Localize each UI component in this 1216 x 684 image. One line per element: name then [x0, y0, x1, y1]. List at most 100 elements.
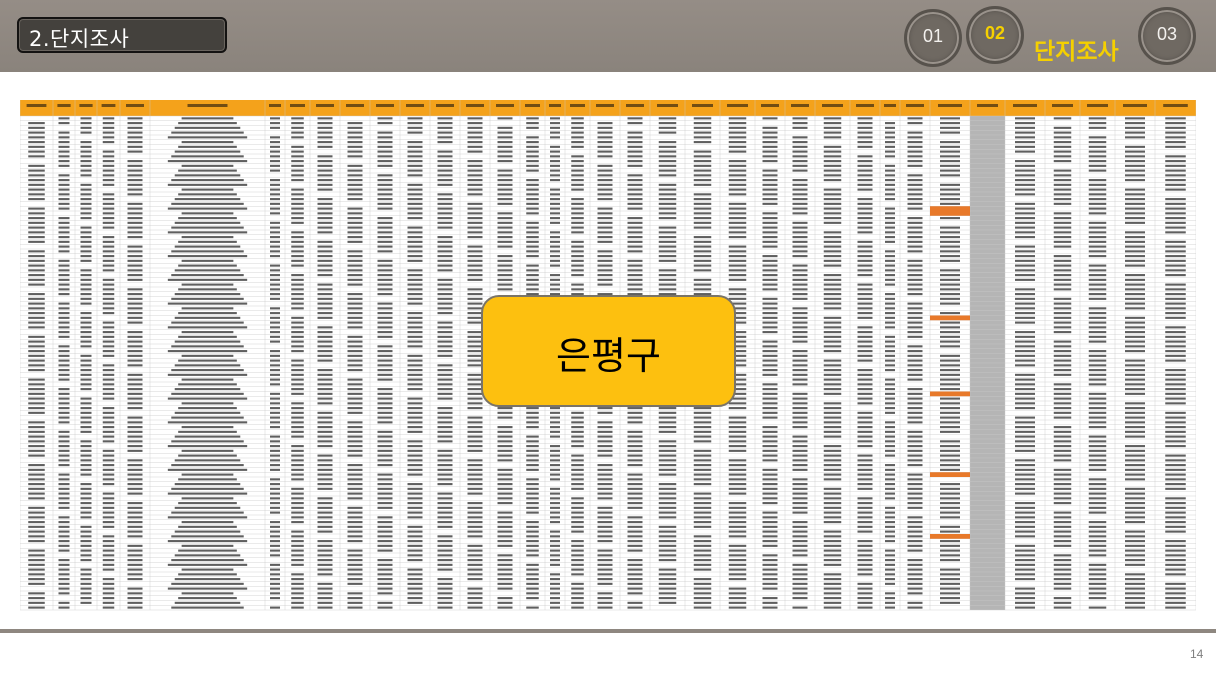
table-cell-text	[497, 449, 513, 452]
table-cell-text	[792, 464, 808, 467]
table-cell-text	[127, 164, 143, 167]
table-cell-text	[291, 202, 304, 205]
step-02-circle[interactable]: 02	[966, 6, 1024, 64]
table-cell-text	[437, 397, 453, 400]
table-cell-text	[728, 160, 747, 163]
table-cell-text	[377, 164, 393, 167]
table-cell-text	[627, 525, 643, 528]
table-cell-text	[1125, 274, 1145, 277]
table-cell-text	[1088, 540, 1107, 543]
table-cell-text	[167, 421, 248, 424]
table-cell-text	[497, 150, 513, 153]
table-cell-text	[347, 530, 363, 533]
table-cell-text	[317, 307, 333, 310]
table-cell-text	[407, 217, 423, 220]
table-cell-text	[1015, 383, 1035, 386]
table-cell-text	[762, 326, 778, 329]
table-cell-text	[377, 392, 393, 395]
table-cell-text	[857, 335, 873, 338]
table-cell-text	[658, 407, 677, 410]
table-cell-text	[940, 145, 960, 148]
table-cell-text	[270, 440, 280, 443]
table-cell-text	[181, 592, 234, 595]
table-cell-text	[437, 160, 453, 163]
table-cell-text	[270, 145, 280, 148]
table-cell-text	[167, 160, 248, 163]
table-cell-text	[270, 416, 280, 419]
table-cell-text	[907, 288, 923, 291]
highlighted-cell	[930, 391, 970, 397]
table-cell-text	[907, 321, 923, 324]
table-cell-text	[526, 511, 539, 514]
table-cell-text	[28, 250, 45, 253]
table-cell-text	[597, 174, 613, 177]
table-cell-text	[497, 411, 513, 414]
table-cell-text	[467, 421, 483, 424]
table-cell-text	[728, 487, 747, 490]
table-cell-text	[907, 345, 923, 348]
table-cell-text	[1053, 126, 1072, 129]
table-cell-text	[823, 549, 842, 552]
table-cell-text	[377, 293, 393, 296]
table-cell-text	[597, 578, 613, 581]
table-cell-text	[270, 141, 280, 144]
table-cell-text	[571, 179, 584, 182]
table-cell-text	[762, 321, 778, 324]
table-cell-text	[291, 407, 304, 410]
table-cell-text	[1053, 516, 1072, 519]
table-cell-text	[1053, 559, 1072, 562]
table-cell-text	[270, 164, 280, 167]
table-cell-text	[658, 188, 677, 191]
step-01-circle[interactable]: 01	[904, 9, 962, 67]
table-cell-text	[857, 240, 873, 243]
table-cell-text	[1165, 141, 1186, 144]
table-cell-text	[102, 563, 115, 566]
table-cell-text	[693, 563, 712, 566]
table-cell-text	[347, 198, 363, 201]
table-cell-text	[407, 316, 423, 319]
table-cell-text	[270, 459, 280, 462]
table-cell-text	[1165, 559, 1186, 562]
table-cell-text	[526, 164, 539, 167]
table-cell-text	[291, 563, 304, 566]
table-cell-text	[940, 573, 960, 576]
table-cell-text	[291, 421, 304, 424]
table-cell-text	[270, 160, 280, 163]
table-cell-text	[347, 274, 363, 277]
table-cell-text	[940, 416, 960, 419]
table-cell-text	[80, 373, 92, 376]
table-cell-text	[1125, 335, 1145, 338]
table-cell-text	[317, 426, 333, 429]
table-cell-text	[627, 582, 643, 585]
table-cell-text	[907, 459, 923, 462]
table-cell-text	[940, 578, 960, 581]
table-cell-text	[347, 150, 363, 153]
table-cell-text	[550, 454, 560, 457]
table-cell-text	[1165, 145, 1186, 148]
table-cell-text	[693, 255, 712, 258]
table-cell-text	[1125, 587, 1145, 590]
table-cell-text	[658, 449, 677, 452]
table-cell-text	[550, 511, 560, 514]
step-03-circle[interactable]: 03	[1138, 7, 1196, 65]
table-cell-text	[857, 283, 873, 286]
table-cell-text	[1015, 459, 1035, 462]
table-cell-text	[407, 183, 423, 186]
table-cell-text	[1165, 383, 1186, 386]
table-cell-text	[317, 430, 333, 433]
table-cell-text	[377, 240, 393, 243]
table-cell-text	[823, 307, 842, 310]
table-cell-text	[127, 226, 143, 229]
table-cell-text	[1015, 169, 1035, 172]
table-cell-text	[693, 411, 712, 414]
table-cell-text	[940, 354, 960, 357]
table-cell-text	[181, 521, 234, 524]
table-cell-text	[857, 217, 873, 220]
table-cell-text	[857, 445, 873, 448]
table-cell-text	[627, 283, 643, 286]
table-cell-text	[1125, 459, 1145, 462]
table-cell-text	[1015, 388, 1035, 391]
table-cell-text	[102, 150, 115, 153]
table-cell-text	[550, 578, 560, 581]
table-cell-text	[437, 297, 453, 300]
